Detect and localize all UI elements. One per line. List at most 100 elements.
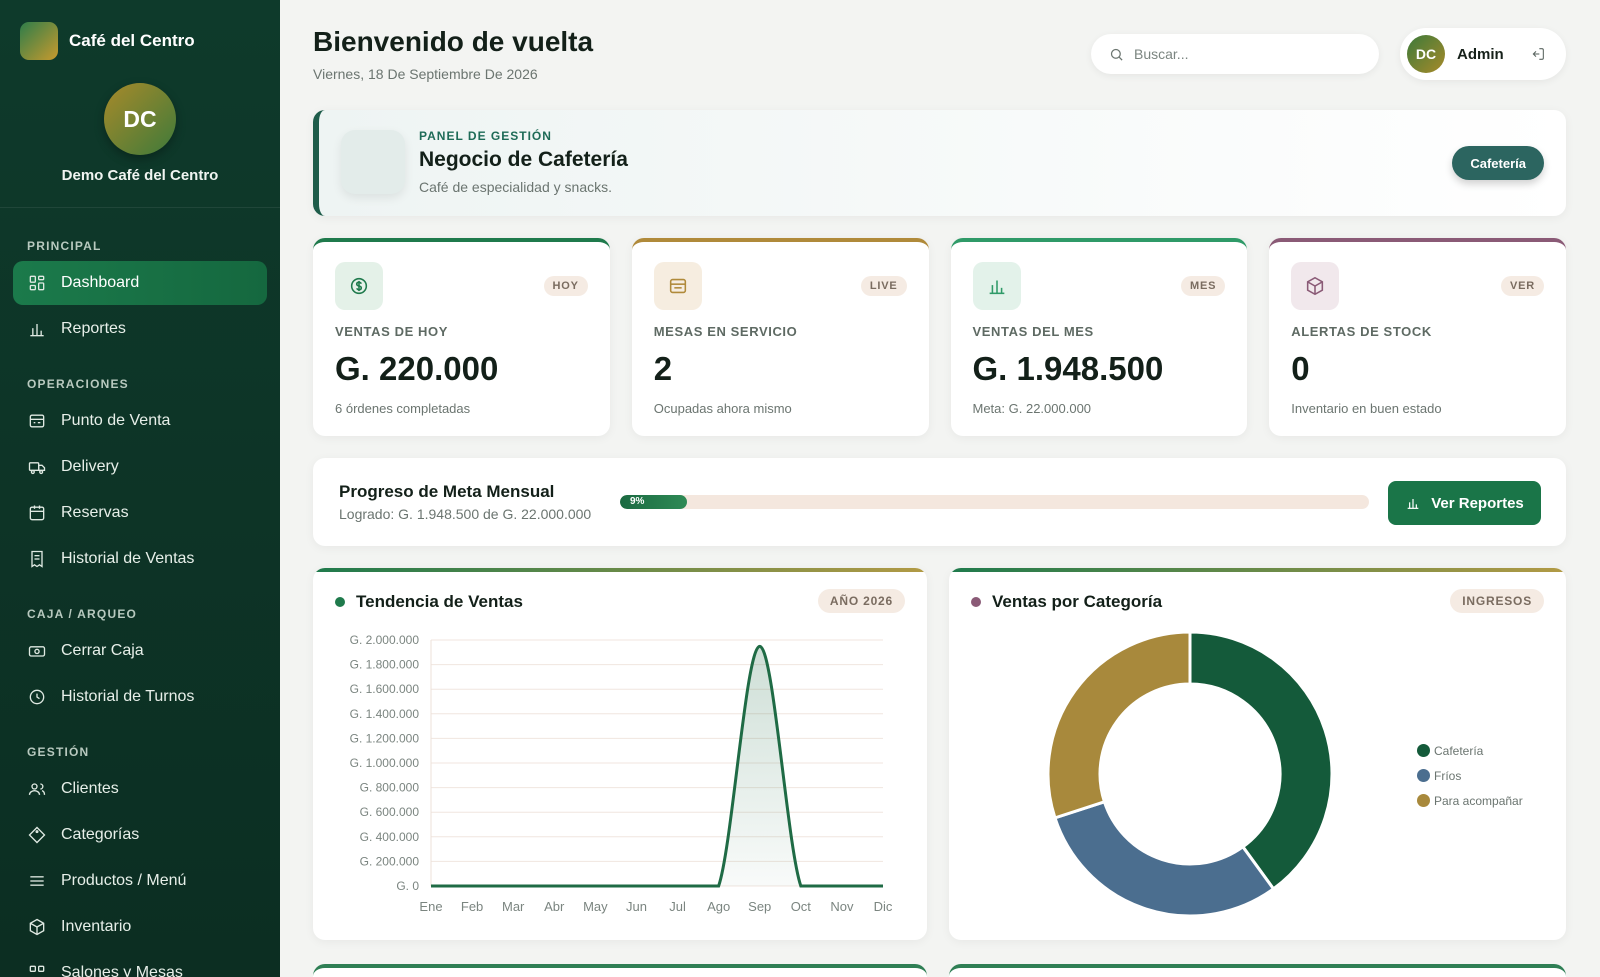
kpi-cards: HOY VENTAS DE HOY G. 220.000 6 órdenes comp…	[313, 238, 1566, 436]
kpi-card[interactable]: HOY VENTAS DE HOY G. 220.000 6 órdenes comp…	[313, 238, 610, 436]
sidebar-item-label: Historial de Ventas	[61, 550, 195, 567]
tag-icon	[27, 825, 47, 845]
user-menu[interactable]: DC Admin	[1400, 28, 1566, 80]
y-tick-label: G. 1.000.000	[350, 756, 420, 770]
sidebar-item-historial-de-turnos[interactable]: Historial de Turnos	[13, 675, 267, 719]
kpi-label: ALERTAS DE STOCK	[1291, 324, 1432, 339]
progress-fill: 9%	[620, 495, 688, 509]
sidebar-item-salones-y-mesas[interactable]: Salones y Mesas	[13, 951, 267, 977]
y-tick-label: G. 600.000	[360, 805, 420, 819]
y-tick-label: G. 1.200.000	[350, 731, 420, 745]
progress-title: Progreso de Meta Mensual	[339, 482, 555, 501]
logout-icon[interactable]	[1530, 46, 1546, 62]
sidebar-item-dashboard[interactable]: Dashboard	[13, 261, 267, 305]
charts-row: G. 0 G. 200.000 G. 400.000 G. 600.000 G. 800…	[313, 568, 1566, 940]
revenue-badge[interactable]: INGRESOS	[1450, 589, 1544, 613]
kpi-value: 2	[653, 350, 673, 387]
sidebar-item-clientes[interactable]: Clientes	[13, 767, 267, 811]
legend-swatch	[1417, 744, 1430, 757]
sidebar-item-label: Delivery	[61, 458, 119, 475]
kpi-badge: MES	[1181, 276, 1226, 296]
kpi-value: 0	[1291, 350, 1310, 387]
x-tick-label: Ago	[707, 899, 730, 914]
brand[interactable]: Café del Centro	[0, 0, 280, 60]
table-icon	[653, 262, 702, 310]
sidebar-section-label: CAJA / ARQUEO	[27, 607, 138, 621]
x-tick-label: Jul	[669, 899, 686, 914]
trend-grid	[431, 639, 883, 887]
sidebar-section-label: OPERACIONES	[27, 377, 129, 391]
monthly-goal-progress: Progreso de Meta Mensual Logrado: G. 1.9…	[313, 458, 1566, 546]
x-tick-label: Feb	[461, 899, 483, 914]
legend-item[interactable]: Fríos	[1417, 763, 1523, 788]
legend-swatch	[1417, 769, 1430, 782]
receipt-icon	[27, 549, 47, 569]
page-title: Bienvenido de vuelta	[313, 26, 594, 57]
progress-track: 9%	[620, 495, 1369, 509]
sidebar-item-punto-de-venta[interactable]: Punto de Venta	[13, 399, 267, 443]
donut-slice[interactable]	[1046, 630, 1192, 820]
legend-swatch	[1417, 794, 1430, 807]
search-icon	[1110, 48, 1123, 61]
x-tick-label: Nov	[830, 899, 854, 914]
kpi-card[interactable]: VER ALERTAS DE STOCK 0 Inventario en buen e…	[1269, 238, 1566, 436]
sidebar-item-categorias[interactable]: Categorías	[13, 813, 267, 857]
main-content: Bienvenido de vuelta Viernes, 18 De Sept…	[313, 0, 1566, 940]
donut-slice[interactable]	[1053, 799, 1276, 918]
y-tick-label: G. 800.000	[360, 781, 420, 795]
menu-icon	[27, 871, 47, 891]
user-name: Admin	[1457, 45, 1504, 63]
sidebar-item-delivery[interactable]: Delivery	[13, 445, 267, 489]
sidebar-nav: PRINCIPAL Dashboard Reportes OPERACIONES Pun…	[0, 239, 280, 977]
sidebar-item-historial-de-ventas[interactable]: Historial de Ventas	[13, 537, 267, 581]
next-card-right	[949, 964, 1566, 977]
sidebar-item-cerrar-caja[interactable]: Cerrar Caja	[13, 629, 267, 673]
sidebar-item-reservas[interactable]: Reservas	[13, 491, 267, 535]
sidebar-item-label: Salones y Mesas	[61, 964, 183, 977]
kpi-badge: VER	[1500, 276, 1544, 296]
category-sales-dot	[971, 597, 981, 607]
x-tick-label: Sep	[748, 899, 771, 914]
sidebar-item-productos-menu[interactable]: Productos / Menú	[13, 859, 267, 903]
search-box[interactable]	[1091, 34, 1379, 74]
sidebar-item-label: Reportes	[61, 320, 126, 337]
bar-chart-icon	[1407, 499, 1419, 509]
category-sales-title: Ventas por Categoría	[992, 592, 1163, 611]
org-avatar[interactable]: DC	[104, 83, 176, 155]
sales-trend-chart: G. 0 G. 200.000 G. 400.000 G. 600.000 G. 800…	[350, 633, 893, 914]
trend-line	[431, 644, 883, 888]
kpi-value: G. 220.000	[335, 350, 499, 387]
sidebar: Café del Centro DC Demo Café del Centro …	[0, 0, 280, 977]
sales-trend-title: Tendencia de Ventas	[356, 592, 523, 611]
x-tick-label: May	[583, 899, 608, 914]
kpi-card[interactable]: LIVE MESAS EN SERVICIO 2 Ocupadas ahora mis…	[631, 238, 929, 436]
kpi-label: VENTAS DE HOY	[335, 324, 449, 339]
sidebar-item-reportes[interactable]: Reportes	[13, 307, 267, 351]
x-tick-label: Mar	[502, 899, 525, 914]
sidebar-item-inventario[interactable]: Inventario	[13, 905, 267, 949]
business-type-button[interactable]: Cafetería	[1452, 146, 1544, 180]
year-badge[interactable]: AÑO 2026	[817, 589, 905, 613]
user-avatar: DC	[1407, 35, 1445, 73]
sidebar-item-label: Cerrar Caja	[61, 642, 144, 659]
cash-icon	[27, 641, 47, 661]
category-legend: Cafetería Fríos Para acompañar	[1417, 738, 1523, 813]
kpi-card[interactable]: MES VENTAS DEL MES G. 1.948.500 Meta: G. 22…	[950, 238, 1248, 436]
view-reports-button[interactable]: Ver Reportes	[1388, 481, 1541, 525]
x-tick-label: Dic	[874, 899, 893, 914]
x-tick-label: Abr	[544, 899, 565, 914]
y-tick-label: G. 0	[396, 879, 419, 893]
page-date: Viernes, 18 De Septiembre De 2026	[313, 66, 538, 82]
search-input[interactable]	[1134, 46, 1354, 62]
legend-item[interactable]: Para acompañar	[1417, 788, 1523, 813]
truck-icon	[27, 457, 47, 477]
kpi-label: VENTAS DEL MES	[972, 324, 1094, 339]
x-tick-label: Oct	[791, 899, 812, 914]
kpi-subtitle: Ocupadas ahora mismo	[653, 401, 792, 416]
legend-item[interactable]: Cafetería	[1417, 738, 1523, 763]
kpi-badge: LIVE	[860, 276, 907, 296]
legend-label: Cafetería	[1434, 743, 1484, 758]
y-tick-label: G. 400.000	[360, 830, 420, 844]
donut-slice[interactable]	[1188, 630, 1334, 891]
banner-title: Negocio de Cafetería	[419, 148, 628, 171]
